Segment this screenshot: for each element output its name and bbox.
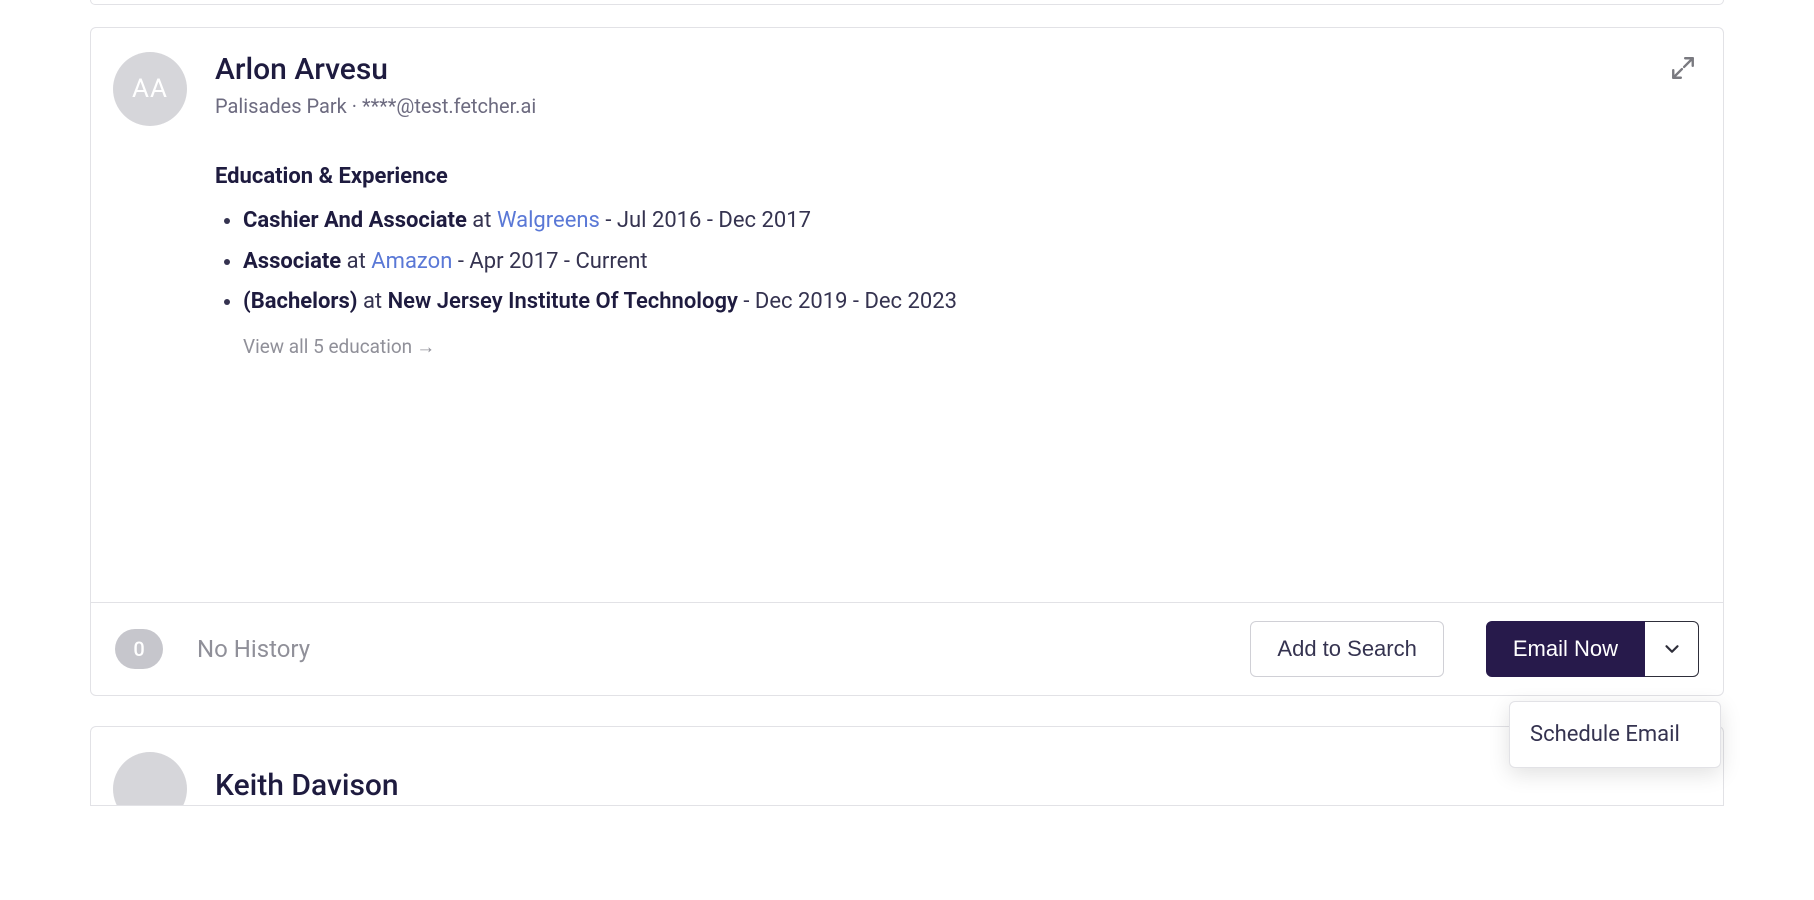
section-title-education: Education & Experience	[215, 164, 1695, 189]
candidate-name: Arlon Arvesu	[215, 52, 536, 88]
expand-icon	[1670, 55, 1696, 81]
email-split-button: Email Now	[1486, 621, 1699, 677]
date-range: - Apr 2017 - Current	[458, 249, 648, 274]
role: Associate	[243, 249, 341, 274]
candidate-email-masked: ****@test.fetcher.ai	[362, 94, 536, 118]
chevron-down-icon	[1661, 638, 1683, 660]
org-link[interactable]: Amazon	[371, 249, 452, 274]
role: (Bachelors)	[243, 289, 358, 314]
avatar: AA	[113, 52, 187, 126]
schedule-email-item[interactable]: Schedule Email	[1510, 708, 1720, 761]
separator-dot: ·	[352, 94, 362, 118]
card-footer: 0 No History Add to Search Email Now Sch…	[91, 602, 1723, 695]
add-to-search-button[interactable]: Add to Search	[1250, 621, 1443, 677]
at-label: at	[347, 249, 372, 274]
previous-card-edge	[90, 0, 1724, 5]
email-dropdown-menu: Schedule Email	[1509, 701, 1721, 768]
candidate-subline: Palisades Park · ****@test.fetcher.ai	[215, 94, 536, 118]
org-name: New Jersey Institute Of Technology	[388, 289, 738, 314]
next-candidate-card[interactable]: Keith Davison	[90, 726, 1724, 806]
date-range: - Jul 2016 - Dec 2017	[605, 208, 811, 233]
education-experience-list: Cashier And Associate at Walgreens - Jul…	[215, 201, 1695, 323]
list-item: Associate at Amazon - Apr 2017 - Current	[243, 242, 1695, 283]
candidate-card: AA Arlon Arvesu Palisades Park · ****@te…	[90, 27, 1724, 696]
at-label: at	[363, 289, 388, 314]
org-link[interactable]: Walgreens	[497, 208, 600, 233]
at-label: at	[472, 208, 497, 233]
date-range: - Dec 2019 - Dec 2023	[743, 289, 957, 314]
email-dropdown-toggle[interactable]	[1645, 621, 1699, 677]
list-item: (Bachelors) at New Jersey Institute Of T…	[243, 282, 1695, 323]
history-count-badge: 0	[115, 629, 163, 669]
email-now-button[interactable]: Email Now	[1486, 621, 1645, 677]
role: Cashier And Associate	[243, 208, 467, 233]
avatar	[113, 752, 187, 806]
expand-card-button[interactable]	[1665, 50, 1701, 86]
list-item: Cashier And Associate at Walgreens - Jul…	[243, 201, 1695, 242]
view-all-label: View all 5 education	[243, 335, 412, 358]
view-all-education-link[interactable]: View all 5 education→	[243, 335, 435, 359]
candidate-name: Keith Davison	[215, 768, 399, 803]
arrow-right-icon: →	[416, 335, 435, 358]
candidate-location: Palisades Park	[215, 94, 347, 118]
history-label: No History	[197, 635, 310, 663]
